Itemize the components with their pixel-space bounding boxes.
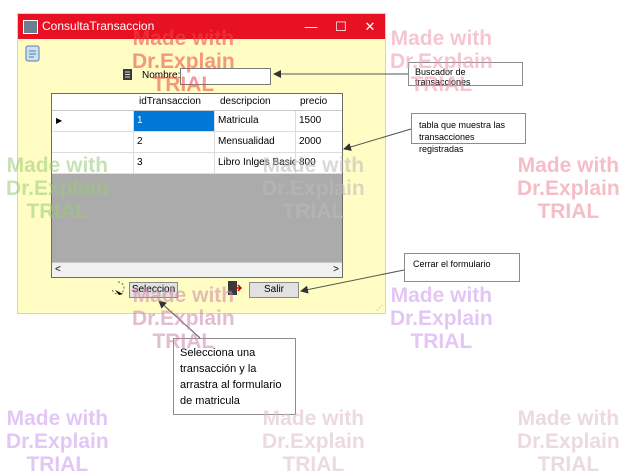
arrow-select (158, 300, 201, 339)
arrow-close (300, 269, 405, 294)
callout-arrows (158, 70, 412, 339)
resize-grip-icon[interactable]: ⋰ (376, 304, 383, 312)
arrow-table (343, 128, 412, 151)
